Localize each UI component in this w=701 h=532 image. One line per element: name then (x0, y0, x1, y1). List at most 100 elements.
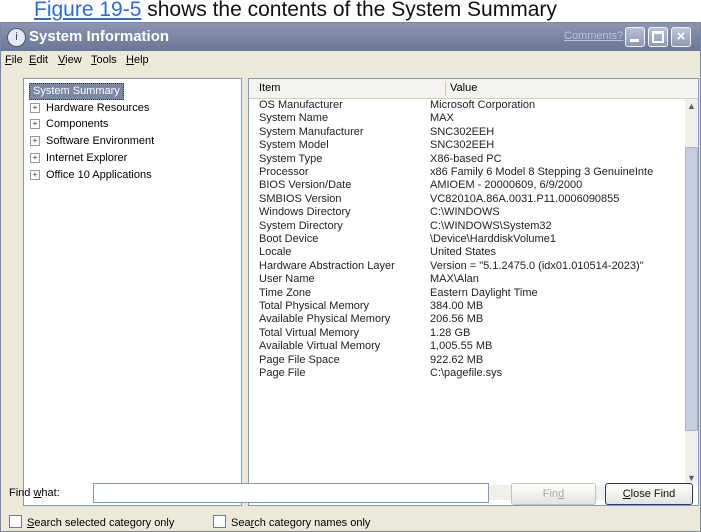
expand-icon[interactable]: + (30, 119, 40, 129)
close-icon: × (676, 28, 686, 45)
row-value-cell: MAX\Alan (430, 273, 479, 286)
table-row[interactable]: Hardware Abstraction Layer Version = "5.1… (249, 260, 685, 273)
table-row[interactable]: Total Physical Memory 384.00 MB (249, 300, 685, 313)
maximize-button[interactable] (648, 27, 668, 47)
row-value-cell: C:\pagefile.sys (430, 367, 503, 379)
row-value-cell: \Device\HarddiskVolume1 (430, 233, 556, 245)
tree-item-office-applications[interactable]: + Office 10 Applications (30, 168, 152, 182)
row-item-cell: Total Virtual Memory (259, 326, 360, 339)
table-row[interactable]: System Manufacturer SNC302EEH (249, 126, 685, 139)
row-item-cell: System Directory (259, 219, 343, 232)
table-row[interactable]: System Type X86-based PC (249, 153, 685, 166)
menu-help[interactable]: Help (126, 54, 149, 66)
menu-file[interactable]: File (5, 54, 23, 66)
table-row[interactable]: OS Manufacturer Microsoft Corporation (249, 99, 685, 112)
row-item-cell: Hardware Abstraction Layer (259, 259, 395, 272)
row-value-cell: SNC302EEH (430, 125, 495, 138)
tree-item-internet-explorer[interactable]: + Internet Explorer (30, 151, 127, 165)
find-what-input[interactable] (93, 483, 489, 503)
caption-text: shows the contents of the System Summary (141, 0, 557, 21)
row-item-cell: User Name (259, 273, 315, 286)
system-info-app-icon: i (7, 28, 26, 47)
row-item-cell: Available Physical Memory (259, 313, 391, 326)
row-value-cell: SNC302EEH (430, 139, 495, 152)
row-value-cell: x86 Family 6 Model 8 Stepping 3 GenuineI… (430, 166, 654, 178)
table-row[interactable]: System Name MAX (249, 112, 685, 125)
expand-icon[interactable]: + (30, 136, 40, 146)
window-title: System Information (29, 28, 170, 45)
table-row[interactable]: Total Virtual Memory 1.28 GB (249, 327, 685, 340)
table-row[interactable]: Page File Space 922.62 MB (249, 354, 685, 367)
tree-item-hardware-resources[interactable]: + Hardware Resources (30, 101, 149, 115)
row-value-cell: MAX (430, 112, 454, 125)
vertical-scrollbar[interactable]: ▲ ▼ (685, 99, 698, 485)
table-row[interactable]: Windows Directory C:\WINDOWS (249, 206, 685, 219)
title-bar[interactable]: i System Information Comments? × (1, 23, 700, 51)
menu-view[interactable]: View (58, 54, 82, 66)
tree-item-system-summary[interactable]: System Summary (29, 83, 124, 100)
table-row[interactable]: Page File C:\pagefile.sys (249, 367, 685, 380)
row-value-cell: X86-based PC (430, 152, 502, 165)
menu-tools[interactable]: Tools (91, 54, 117, 66)
figure-link[interactable]: Figure 19-5 (34, 0, 141, 21)
row-value-cell: AMIOEM - 20000609, 6/9/2000 (430, 179, 583, 192)
row-item-cell: Total Physical Memory (259, 300, 370, 312)
row-item-cell: Available Virtual Memory (259, 340, 381, 353)
search-category-names-checkbox[interactable]: Search category names only (213, 515, 370, 529)
table-row[interactable]: User Name MAX\Alan (249, 273, 685, 286)
table-row[interactable]: Processor x86 Family 6 Model 8 Stepping 3… (249, 166, 685, 179)
row-item-cell: Boot Device (259, 233, 319, 245)
row-value-cell: C:\WINDOWS (430, 206, 500, 219)
table-row[interactable]: System Model SNC302EEH (249, 139, 685, 152)
row-item-cell: Time Zone (259, 286, 312, 299)
find-button[interactable]: Find (511, 483, 596, 505)
comments-link[interactable]: Comments? (564, 30, 623, 42)
tree-item-software-environment[interactable]: + Software Environment (30, 134, 154, 148)
table-row[interactable]: BIOS Version/Date AMIOEM - 20000609, 6/9/… (249, 179, 685, 192)
category-tree: System Summary + Hardware Resources + Comp… (23, 78, 242, 506)
table-row[interactable]: Time Zone Eastern Daylight Time (249, 287, 685, 300)
row-value-cell: 1.28 GB (430, 326, 471, 339)
row-item-cell: Page File (259, 367, 306, 379)
row-value-cell: 922.62 MB (430, 353, 484, 366)
column-divider[interactable] (445, 81, 446, 96)
list-header: Item Value (249, 79, 698, 99)
minimize-button[interactable] (625, 27, 645, 47)
row-item-cell: BIOS Version/Date (259, 179, 352, 192)
row-item-cell: System Model (259, 139, 329, 152)
row-item-cell: Windows Directory (259, 206, 351, 219)
row-value-cell: Microsoft Corporation (430, 99, 536, 111)
row-value-cell: United States (430, 246, 497, 259)
row-item-cell: System Name (259, 112, 329, 125)
expand-icon[interactable]: + (30, 170, 40, 180)
search-selected-category-checkbox[interactable]: Search selected category only (9, 515, 174, 529)
row-item-cell: System Type (259, 152, 323, 165)
row-item-cell: System Manufacturer (259, 125, 364, 138)
checkbox-box[interactable] (9, 515, 22, 528)
table-row[interactable]: System Directory C:\WINDOWS\System32 (249, 220, 685, 233)
find-options: Search selected category only Search cat… (1, 513, 700, 531)
row-item-cell: Processor (259, 166, 309, 178)
table-row[interactable]: Available Virtual Memory 1,005.55 MB (249, 340, 685, 353)
table-row[interactable]: Available Physical Memory 206.56 MB (249, 313, 685, 326)
row-value-cell: Version = "5.1.2475.0 (idx01.010514-2023… (430, 259, 644, 272)
menu-bar: File Edit View Tools Help (1, 51, 700, 71)
menu-edit[interactable]: Edit (29, 54, 48, 66)
vertical-scroll-thumb[interactable] (685, 147, 698, 431)
row-item-cell: Locale (259, 246, 292, 259)
close-find-button[interactable]: Close Find (605, 483, 693, 505)
tree-item-components[interactable]: + Components (30, 117, 108, 131)
expand-icon[interactable]: + (30, 103, 40, 113)
row-value-cell: VC82010A.86A.0031.P11.0006090855 (430, 192, 620, 205)
expand-icon[interactable]: + (30, 153, 40, 163)
table-row[interactable]: Locale United States (249, 246, 685, 259)
table-row[interactable]: Boot Device \Device\HarddiskVolume1 (249, 233, 685, 246)
column-header-value[interactable]: Value (450, 82, 477, 94)
row-item-cell: Page File Space (259, 353, 340, 366)
table-row[interactable]: SMBIOS Version VC82010A.86A.0031.P11.0006… (249, 193, 685, 206)
close-button[interactable]: × (671, 27, 691, 47)
checkbox-box[interactable] (213, 515, 226, 528)
column-header-item[interactable]: Item (259, 82, 280, 94)
scroll-up-icon[interactable]: ▲ (687, 101, 696, 111)
row-value-cell: 1,005.55 MB (430, 340, 493, 353)
